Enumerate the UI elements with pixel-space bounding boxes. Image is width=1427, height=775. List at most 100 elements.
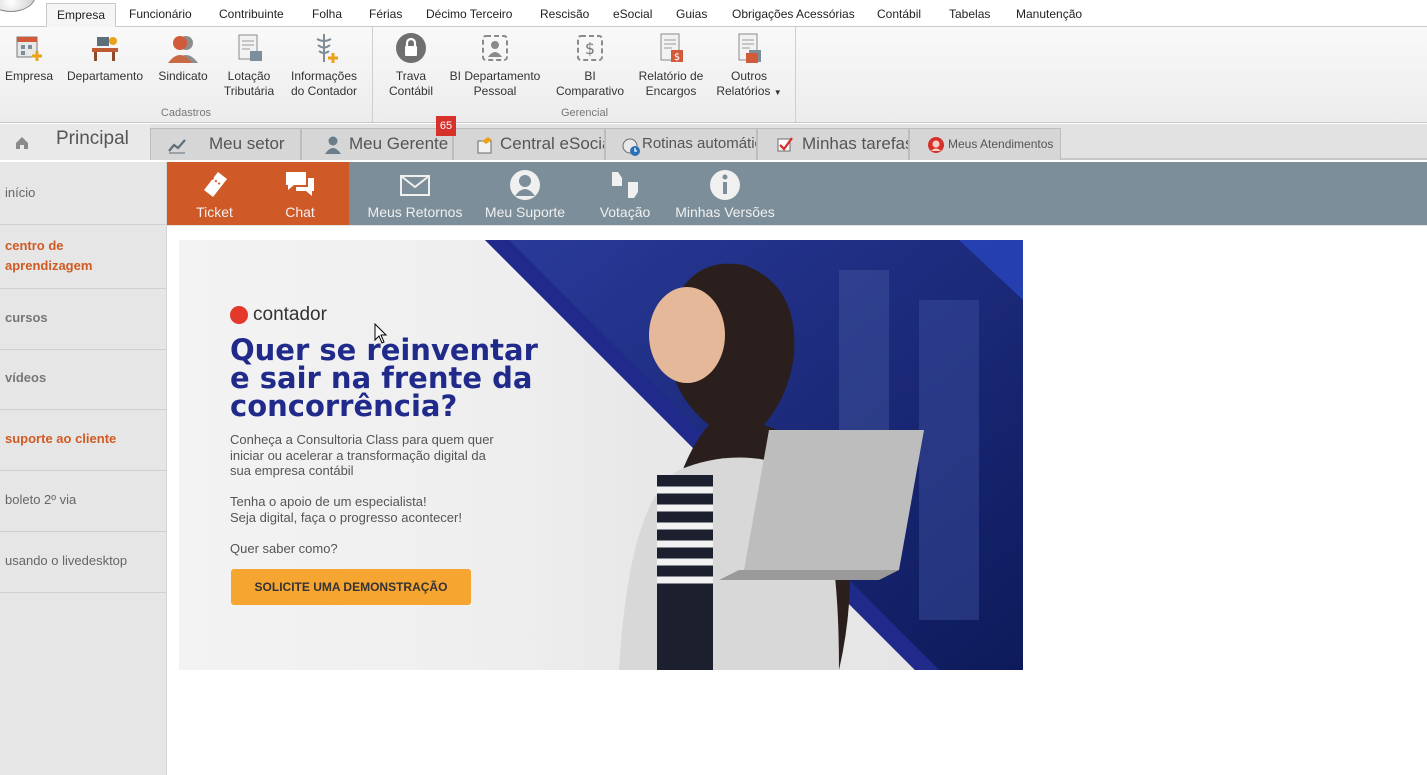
solicite-demonstracao-button[interactable]: SOLICITE UMA DEMONSTRAÇÃO xyxy=(231,569,471,605)
menu-tab-manutencao[interactable]: Manutenção xyxy=(1006,3,1092,27)
trava-label-line2: Contábil xyxy=(388,84,434,98)
meus-retornos-label: Meus Retornos xyxy=(367,204,463,220)
home-icon xyxy=(16,137,28,149)
document-add-icon xyxy=(238,34,262,61)
sidebar: início centro de aprendizagem cursos víd… xyxy=(0,162,167,775)
bi-depto-label-line2: Pessoal xyxy=(473,84,517,98)
menu-tab-contabil[interactable]: Contábil xyxy=(867,3,931,27)
relatorio-label-line1: Relatório de xyxy=(638,69,704,83)
sindicato-button[interactable]: Sindicato xyxy=(154,31,212,84)
support-agent-icon xyxy=(928,137,944,153)
menu-tab-decimo-terceiro[interactable]: Décimo Terceiro xyxy=(416,3,522,27)
tab-meus-atendimentos-label: Meus Atendimentos xyxy=(948,137,1054,151)
banner-headline: Quer se reinventar e sair na frente da c… xyxy=(230,333,538,423)
lotacao-tributaria-button[interactable]: Lotação Tributária xyxy=(218,31,280,99)
lotacao-label-line1: Lotação xyxy=(227,69,271,83)
automation-clock-icon xyxy=(622,138,640,156)
tab-meus-atendimentos[interactable]: Meus Atendimentos xyxy=(909,128,1061,160)
votacao-button[interactable]: Votação xyxy=(595,168,655,224)
user-icon xyxy=(325,136,341,154)
tab-meu-setor[interactable]: Meu setor xyxy=(150,128,301,160)
chevron-down-icon: ▼ xyxy=(773,88,782,97)
menu-tab-tabelas[interactable]: Tabelas xyxy=(939,3,1000,27)
tab-central-esocial[interactable]: Central eSocial xyxy=(453,128,605,160)
support-action-bar: Ticket Chat Meus Retornos Meu Suporte Vo… xyxy=(167,162,1427,225)
app-orb-button[interactable] xyxy=(0,0,36,12)
bi-departamento-pessoal-button[interactable]: BI Departamento Pessoal xyxy=(448,31,542,99)
informacoes-label-line2: do Contador xyxy=(290,84,358,98)
meu-suporte-label: Meu Suporte xyxy=(484,204,566,220)
lotacao-label-line2: Tributária xyxy=(223,84,275,98)
menu-tab-obrigacoes-acessorias[interactable]: Obrigações Acessórias xyxy=(722,3,865,27)
tab-minhas-tarefas[interactable]: Minhas tarefas xyxy=(757,128,909,160)
trava-label-line1: Trava xyxy=(395,69,427,83)
bi-person-icon xyxy=(482,35,508,61)
departamento-button[interactable]: Departamento xyxy=(64,31,146,84)
tab-rotinas-automaticas[interactable]: Rotinas automáticas xyxy=(605,128,757,160)
ticket-button[interactable]: Ticket xyxy=(187,168,242,224)
sidebar-item-videos[interactable]: vídeos xyxy=(0,350,167,410)
menu-tab-folha[interactable]: Folha xyxy=(302,3,352,27)
menu-tab-ferias[interactable]: Férias xyxy=(359,3,412,27)
sidebar-item-centro-de-aprendizagem[interactable]: centro de aprendizagem xyxy=(0,225,167,289)
mouse-cursor-icon xyxy=(374,323,388,344)
tab-principal-label: Principal xyxy=(56,128,129,149)
empresa-label: Empresa xyxy=(4,69,54,83)
meus-retornos-button[interactable]: Meus Retornos xyxy=(365,168,465,224)
banner-paragraph-2-line-2: Seja digital, faça o progresso acontecer… xyxy=(230,510,462,525)
tab-meu-setor-label: Meu setor xyxy=(209,134,285,153)
bi-comparativo-label-line2: Comparativo xyxy=(555,84,625,98)
menu-tab-rescisao[interactable]: Rescisão xyxy=(530,3,599,27)
building-add-icon xyxy=(16,36,42,61)
sidebar-item-boleto-2-via[interactable]: boleto 2º via xyxy=(0,471,167,532)
promo-banner[interactable]: contador Quer se reinventar e sair na fr… xyxy=(179,240,1023,670)
bi-depto-label-line1: BI Departamento xyxy=(449,69,541,83)
sidebar-item-usando-o-livedesktop[interactable]: usando o livedesktop xyxy=(0,532,167,593)
ticket-label: Ticket xyxy=(196,204,233,220)
ticket-icon xyxy=(203,172,227,197)
tab-meu-gerente[interactable]: Meu Gerente xyxy=(301,128,453,160)
informacoes-contador-button[interactable]: Informações do Contador xyxy=(286,31,362,99)
votacao-label: Votação xyxy=(599,204,651,220)
sidebar-item-suporte-ao-cliente[interactable]: suporte ao cliente xyxy=(0,410,167,471)
info-icon xyxy=(710,170,740,200)
lock-icon xyxy=(396,33,426,63)
sindicato-label: Sindicato xyxy=(158,69,208,83)
banner-paragraph-3: Quer saber como? xyxy=(230,541,338,556)
outros-relatorios-button[interactable]: Outros Relatórios ▼ xyxy=(712,31,786,100)
envelope-icon xyxy=(400,175,430,196)
bi-dollar-icon: $ xyxy=(577,35,603,61)
menu-tab-funcionario[interactable]: Funcionário xyxy=(119,3,202,27)
menu-tab-guias[interactable]: Guias xyxy=(666,3,717,27)
banner-paragraph-1-line-2: iniciar ou acelerar a transformação digi… xyxy=(230,448,486,463)
chat-icon xyxy=(286,172,314,196)
ribbon-group-cadastros: Empresa Departamento Sindicato Lotação T… xyxy=(0,27,373,122)
bi-comparativo-label-line1: BI xyxy=(584,69,596,83)
trava-contabil-button[interactable]: Trava Contábil xyxy=(378,31,444,99)
tab-principal[interactable]: Principal xyxy=(0,124,150,160)
sidebar-item-inicio[interactable]: início xyxy=(0,162,167,225)
relatorio-label-line2: Encargos xyxy=(645,84,697,98)
relatorio-encargos-button[interactable]: $ Relatório de Encargos xyxy=(634,31,708,99)
menu-tab-esocial[interactable]: eSocial xyxy=(603,3,662,27)
brand-name: contador xyxy=(253,304,327,325)
bi-comparativo-button[interactable]: $ BI Comparativo xyxy=(550,31,630,99)
meu-suporte-button[interactable]: Meu Suporte xyxy=(481,168,569,224)
notification-badge: 65 xyxy=(436,116,456,136)
tab-rotinas-label: Rotinas automáticas xyxy=(642,135,756,152)
sidebar-item-cursos[interactable]: cursos xyxy=(0,289,167,350)
minhas-versoes-button[interactable]: Minhas Versões xyxy=(675,168,775,224)
esocial-icon xyxy=(477,137,492,154)
user-circle-icon xyxy=(510,170,540,200)
contador-logo-icon xyxy=(230,306,248,324)
desk-icon xyxy=(92,37,118,61)
menu-tab-contribuinte[interactable]: Contribuinte xyxy=(209,3,294,27)
workspace-tab-strip: Principal Meu setor Meu Gerente Central … xyxy=(0,124,1427,160)
menu-tab-empresa[interactable]: Empresa xyxy=(46,3,117,27)
chat-label: Chat xyxy=(285,204,315,220)
tab-minhas-tarefas-label: Minhas tarefas xyxy=(802,134,909,153)
ribbon-group-gerencial: Trava Contábil BI Departamento Pessoal $… xyxy=(374,27,796,122)
empresa-button[interactable]: Empresa xyxy=(2,31,56,84)
chat-button[interactable]: Chat xyxy=(275,168,325,224)
tab-central-esocial-label: Central eSocial xyxy=(500,134,605,153)
